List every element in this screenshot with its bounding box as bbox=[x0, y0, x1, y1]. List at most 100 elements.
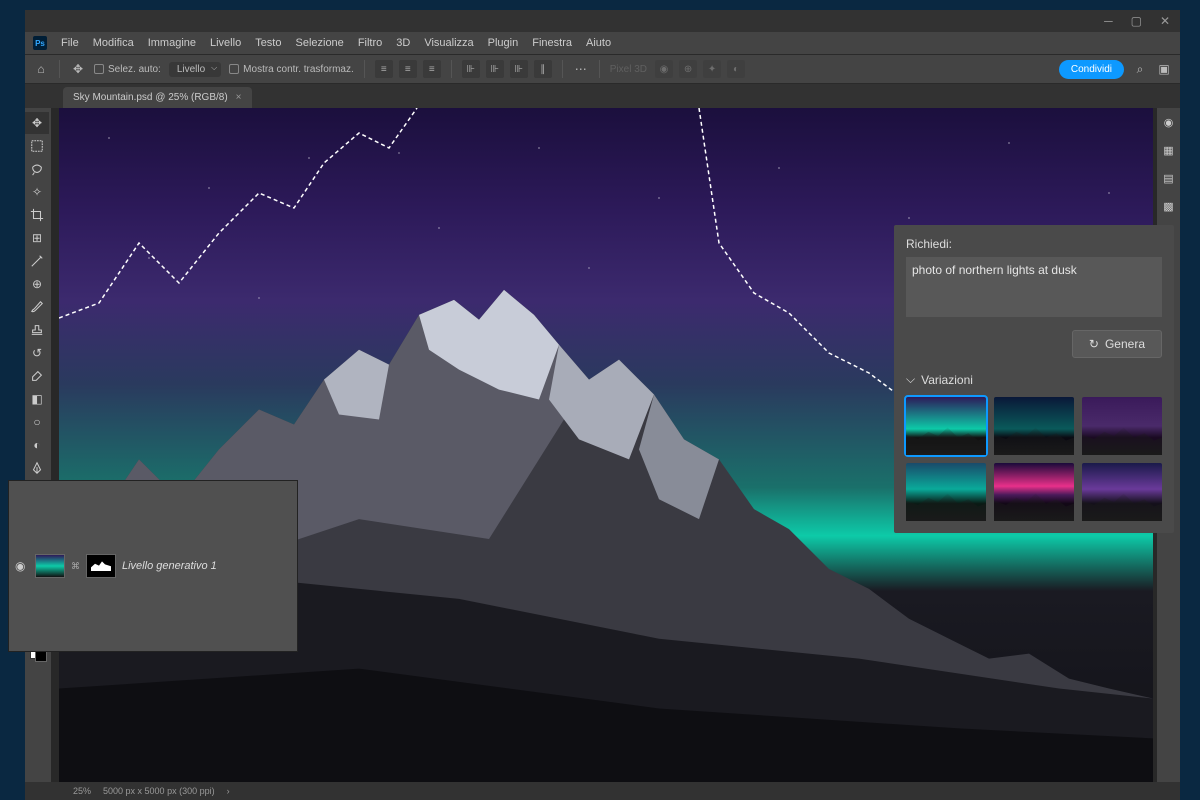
variation-thumb[interactable] bbox=[994, 463, 1074, 521]
dodge-tool[interactable]: ◐ bbox=[25, 434, 49, 456]
variation-thumb[interactable] bbox=[906, 463, 986, 521]
frame-tool[interactable]: ⊞ bbox=[25, 227, 49, 249]
opacity-value[interactable]: 100% bbox=[236, 555, 271, 566]
layer-thumbnail[interactable] bbox=[35, 597, 65, 621]
tab-close-icon[interactable]: × bbox=[236, 92, 242, 103]
dist-top-icon[interactable]: ⊪ bbox=[462, 60, 480, 78]
gradient-tool[interactable]: ◧ bbox=[25, 388, 49, 410]
blend-mode-dropdown[interactable]: Normale bbox=[19, 553, 159, 568]
filter-smart-icon[interactable]: ▤ bbox=[255, 529, 265, 542]
generate-button[interactable]: ↻ Genera bbox=[1072, 330, 1162, 358]
filter-search-icon[interactable]: ⌕ bbox=[19, 530, 25, 541]
group-icon[interactable]: ▬ bbox=[170, 631, 182, 645]
variation-thumb[interactable] bbox=[906, 397, 986, 455]
workspace-icon[interactable]: ▣ bbox=[1156, 61, 1172, 77]
align-center-icon[interactable]: ≡ bbox=[399, 60, 417, 78]
pen-tool[interactable] bbox=[25, 457, 49, 479]
filter-pixel-icon[interactable]: ▣ bbox=[190, 529, 200, 542]
lock-pos-icon[interactable]: ✥ bbox=[84, 576, 93, 589]
adjustment-icon[interactable]: ◐ bbox=[148, 631, 155, 645]
lock-artboard-icon[interactable]: ▯ bbox=[99, 576, 105, 589]
prompt-input[interactable] bbox=[906, 257, 1162, 317]
fx-icon[interactable]: fx▾ bbox=[95, 631, 110, 645]
dist-v-icon[interactable]: ∥ bbox=[534, 60, 552, 78]
menu-help[interactable]: Aiuto bbox=[586, 37, 611, 49]
menu-plugin[interactable]: Plugin bbox=[488, 37, 519, 49]
delete-icon[interactable]: 🗑 bbox=[220, 631, 235, 645]
swatches-panel-icon[interactable]: ▦ bbox=[1157, 140, 1180, 160]
filter-adjust-icon[interactable]: ◐ bbox=[209, 529, 216, 542]
close-icon[interactable]: ✕ bbox=[1160, 14, 1170, 28]
variation-thumb[interactable] bbox=[1082, 463, 1162, 521]
menu-layer[interactable]: Livello bbox=[210, 37, 241, 49]
home-icon[interactable]: ⌂ bbox=[33, 61, 49, 77]
menu-view[interactable]: Visualizza bbox=[424, 37, 473, 49]
menu-edit[interactable]: Modifica bbox=[93, 37, 134, 49]
eraser-tool[interactable] bbox=[25, 365, 49, 387]
generative-panel[interactable]: Richiedi: ↻ Genera ⌵ Variazioni bbox=[894, 225, 1174, 533]
eyedropper-tool[interactable] bbox=[25, 250, 49, 272]
filter-shape-icon[interactable]: ▱ bbox=[238, 529, 246, 542]
minimize-icon[interactable]: ─ bbox=[1104, 14, 1113, 28]
layers-panel[interactable]: ‹‹ ✕ Livelli ⌕ Tipo ▣ ◐ T ▱ ▤ Normale Op… bbox=[8, 480, 298, 652]
menu-window[interactable]: Finestra bbox=[532, 37, 572, 49]
variations-grid bbox=[906, 397, 1162, 521]
menu-3d[interactable]: 3D bbox=[396, 37, 410, 49]
heal-tool[interactable]: ⊕ bbox=[25, 273, 49, 295]
wand-tool[interactable]: ✧ bbox=[25, 181, 49, 203]
zoom-level[interactable]: 25% bbox=[73, 786, 91, 796]
filter-toggle[interactable] bbox=[277, 531, 287, 541]
patterns-panel-icon[interactable]: ▩ bbox=[1157, 196, 1180, 216]
app-logo[interactable]: Ps bbox=[33, 36, 47, 50]
filter-type-dropdown[interactable]: Tipo bbox=[33, 528, 70, 543]
fill-chevron-icon[interactable]: ⌵ bbox=[279, 577, 287, 588]
lasso-tool[interactable] bbox=[25, 158, 49, 180]
dist-bot-icon[interactable]: ⊪ bbox=[510, 60, 528, 78]
opacity-chevron-icon[interactable]: ⌵ bbox=[279, 555, 287, 566]
blur-tool[interactable]: ○ bbox=[25, 411, 49, 433]
link-layers-icon[interactable]: ⊘ bbox=[71, 631, 81, 645]
align-left-icon[interactable]: ≡ bbox=[375, 60, 393, 78]
maximize-icon[interactable]: ▢ bbox=[1131, 14, 1142, 28]
document-tab[interactable]: Sky Mountain.psd @ 25% (RGB/8) × bbox=[63, 87, 252, 108]
share-button[interactable]: Condividi bbox=[1059, 60, 1124, 79]
mask-icon[interactable]: ◻ bbox=[124, 631, 134, 645]
layer-name[interactable]: Sfondo bbox=[71, 603, 106, 615]
fill-value[interactable]: 100% bbox=[246, 577, 272, 588]
panel-close-icon[interactable]: ✕ bbox=[283, 484, 291, 495]
status-chevron-icon[interactable]: › bbox=[227, 786, 230, 796]
gradients-panel-icon[interactable]: ▤ bbox=[1157, 168, 1180, 188]
menu-filter[interactable]: Filtro bbox=[358, 37, 382, 49]
layer-dropdown[interactable]: Livello bbox=[169, 62, 221, 77]
menu-select[interactable]: Selezione bbox=[295, 37, 343, 49]
menu-file[interactable]: File bbox=[61, 37, 79, 49]
filter-type-icon[interactable]: T bbox=[223, 529, 230, 542]
align-right-icon[interactable]: ≡ bbox=[423, 60, 441, 78]
visibility-icon[interactable]: ◉ bbox=[15, 602, 29, 616]
dist-mid-icon[interactable]: ⊪ bbox=[486, 60, 504, 78]
more-icon[interactable]: ⋯ bbox=[573, 61, 589, 77]
menu-image[interactable]: Immagine bbox=[148, 37, 196, 49]
marquee-tool[interactable] bbox=[25, 135, 49, 157]
color-panel-icon[interactable]: ◉ bbox=[1157, 112, 1180, 132]
move-tool[interactable]: ✥ bbox=[25, 112, 49, 134]
history-brush-tool[interactable]: ↺ bbox=[25, 342, 49, 364]
search-icon[interactable]: ⌕ bbox=[1132, 61, 1148, 77]
lock-trans-icon[interactable]: ▦ bbox=[52, 576, 62, 589]
stamp-tool[interactable] bbox=[25, 319, 49, 341]
new-layer-icon[interactable]: ⊞ bbox=[196, 631, 206, 645]
auto-select-check[interactable]: Selez. auto: bbox=[94, 64, 161, 75]
variation-thumb[interactable] bbox=[1082, 397, 1162, 455]
collapse-icon[interactable]: ‹‹ bbox=[266, 484, 273, 495]
variations-header[interactable]: ⌵ Variazioni bbox=[906, 372, 1162, 387]
lock-all-icon[interactable]: 🔒 bbox=[111, 576, 125, 589]
doc-info[interactable]: 5000 px x 5000 px (300 ppi) bbox=[103, 786, 215, 796]
brush-tool[interactable] bbox=[25, 296, 49, 318]
move-tool-icon[interactable]: ✥ bbox=[70, 61, 86, 77]
lock-paint-icon[interactable]: ✎ bbox=[68, 576, 77, 589]
layer-row[interactable]: ◉ Sfondo bbox=[9, 593, 297, 625]
menu-text[interactable]: Testo bbox=[255, 37, 281, 49]
crop-tool[interactable] bbox=[25, 204, 49, 226]
variation-thumb[interactable] bbox=[994, 397, 1074, 455]
transform-check[interactable]: Mostra contr. trasformaz. bbox=[229, 64, 354, 75]
